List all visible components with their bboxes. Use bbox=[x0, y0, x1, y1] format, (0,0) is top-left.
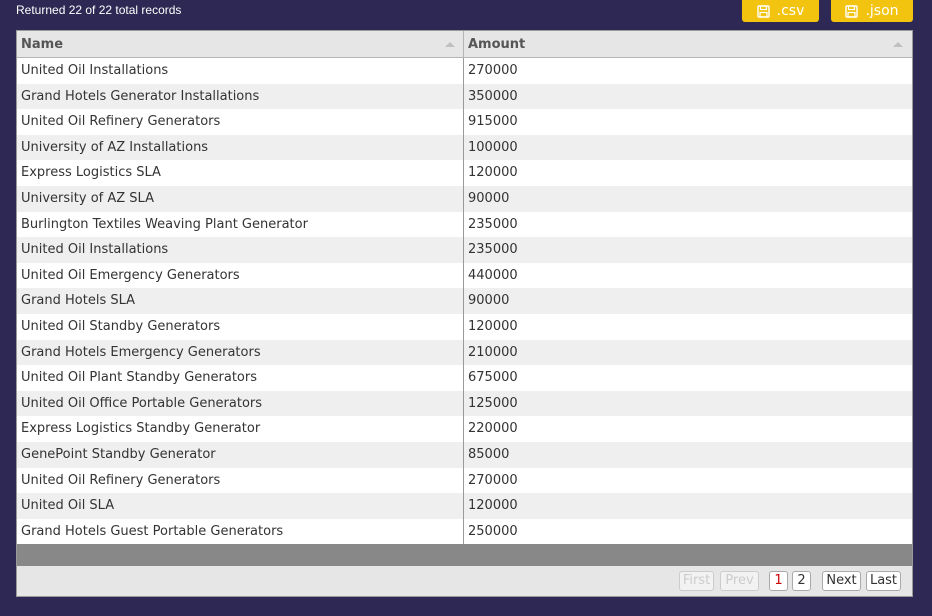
cell-amount: 210000 bbox=[468, 344, 518, 360]
cell-name: Grand Hotels SLA bbox=[21, 293, 136, 309]
column-header-name[interactable]: Name bbox=[17, 31, 464, 57]
cell-name: United Oil Emergency Generators bbox=[21, 267, 240, 283]
cell-amount: 440000 bbox=[468, 267, 518, 283]
cell-amount: 915000 bbox=[468, 114, 518, 130]
prev-page-button[interactable]: Prev bbox=[720, 571, 759, 591]
cell-amount: 235000 bbox=[468, 216, 518, 232]
table-row[interactable]: Grand Hotels Generator Installations 3500… bbox=[17, 83, 912, 110]
next-page-button[interactable]: Next bbox=[822, 571, 861, 591]
grid-header: Name Amount bbox=[17, 31, 912, 58]
export-json-label: .json bbox=[865, 3, 899, 19]
cell-name: Express Logistics Standby Generator bbox=[21, 421, 261, 437]
table-row[interactable]: Grand Hotels Guest Portable Generators 25… bbox=[17, 519, 912, 545]
cell-name: United Oil Plant Standby Generators bbox=[21, 370, 257, 386]
sort-ascending-icon bbox=[893, 42, 903, 47]
cell-amount: 120000 bbox=[468, 498, 518, 514]
table-row[interactable]: Grand Hotels Emergency Generators 210000 bbox=[17, 339, 912, 366]
table-row[interactable]: United Oil Installations 270000 bbox=[17, 58, 912, 84]
save-icon bbox=[845, 4, 859, 18]
cell-amount: 120000 bbox=[468, 165, 518, 181]
cell-amount: 120000 bbox=[468, 318, 518, 334]
cell-name: Grand Hotels Generator Installations bbox=[21, 88, 260, 104]
table-row[interactable]: Burlington Textiles Weaving Plant Genera… bbox=[17, 212, 912, 238]
cell-name: Express Logistics SLA bbox=[21, 165, 161, 181]
cell-amount: 90000 bbox=[468, 293, 510, 309]
table-row[interactable]: United Oil Standby Generators 120000 bbox=[17, 314, 912, 340]
cell-amount: 675000 bbox=[468, 370, 518, 386]
first-page-button[interactable]: First bbox=[679, 571, 714, 591]
cell-name: University of AZ SLA bbox=[21, 190, 154, 206]
cell-amount: 220000 bbox=[468, 421, 518, 437]
table-row[interactable]: University of AZ Installations 100000 bbox=[17, 134, 912, 161]
table-row[interactable]: United Oil Refinery Generators 915000 bbox=[17, 109, 912, 135]
cell-name: Grand Hotels Emergency Generators bbox=[21, 344, 261, 360]
cell-name: United Oil SLA bbox=[21, 498, 115, 514]
cell-name: United Oil Installations bbox=[21, 63, 169, 78]
column-divider bbox=[463, 58, 464, 544]
table-row[interactable]: Grand Hotels SLA 90000 bbox=[17, 288, 912, 314]
cell-name: United Oil Office Portable Generators bbox=[21, 395, 263, 411]
table-row[interactable]: United Oil Refinery Generators 270000 bbox=[17, 468, 912, 494]
table-row[interactable]: United Oil SLA 120000 bbox=[17, 493, 912, 519]
cell-amount: 270000 bbox=[468, 63, 518, 78]
export-csv-button[interactable]: .csv bbox=[742, 0, 819, 22]
records-grid: Name Amount United Oil Installations 2700… bbox=[16, 30, 913, 597]
table-row[interactable]: GenePoint Standby Generator 85000 bbox=[17, 441, 912, 468]
page-1-button[interactable]: 1 bbox=[769, 571, 788, 591]
last-page-button[interactable]: Last bbox=[866, 571, 901, 591]
column-header-amount-label: Amount bbox=[468, 37, 526, 52]
table-row[interactable]: United Oil Plant Standby Generators 67500… bbox=[17, 365, 912, 391]
column-header-amount[interactable]: Amount bbox=[464, 31, 912, 57]
cell-amount: 100000 bbox=[468, 139, 518, 155]
table-row[interactable]: University of AZ SLA 90000 bbox=[17, 185, 912, 212]
cell-name: Grand Hotels Guest Portable Generators bbox=[21, 523, 284, 539]
table-row[interactable]: United Oil Emergency Generators 440000 bbox=[17, 263, 912, 289]
export-csv-label: .csv bbox=[776, 3, 805, 19]
cell-amount: 250000 bbox=[468, 523, 518, 539]
cell-amount: 235000 bbox=[468, 242, 518, 258]
cell-name: University of AZ Installations bbox=[21, 139, 209, 155]
record-count-status: Returned 22 of 22 total records bbox=[16, 3, 182, 17]
cell-amount: 350000 bbox=[468, 88, 518, 104]
cell-name: United Oil Installations bbox=[21, 242, 169, 258]
page-2-button[interactable]: 2 bbox=[792, 571, 811, 591]
cell-name: Burlington Textiles Weaving Plant Genera… bbox=[21, 216, 308, 232]
cell-name: United Oil Refinery Generators bbox=[21, 472, 221, 488]
cell-name: United Oil Standby Generators bbox=[21, 318, 221, 334]
save-icon bbox=[756, 4, 770, 18]
cell-amount: 125000 bbox=[468, 395, 518, 411]
table-row[interactable]: Express Logistics Standby Generator 22000… bbox=[17, 416, 912, 442]
sort-ascending-icon bbox=[445, 42, 455, 47]
grid-body: United Oil Installations 270000 Grand Hote… bbox=[17, 58, 912, 544]
pagination-bar: First Prev 1 2 Next Last bbox=[17, 566, 912, 596]
export-json-button[interactable]: .json bbox=[831, 0, 913, 22]
table-row[interactable]: United Oil Office Portable Generators 125… bbox=[17, 390, 912, 417]
cell-name: United Oil Refinery Generators bbox=[21, 114, 221, 130]
table-row[interactable]: Express Logistics SLA 120000 bbox=[17, 160, 912, 186]
cell-name: GenePoint Standby Generator bbox=[21, 446, 216, 462]
horizontal-scrollbar[interactable] bbox=[17, 544, 912, 566]
cell-amount: 270000 bbox=[468, 472, 518, 488]
cell-amount: 90000 bbox=[468, 190, 510, 206]
cell-amount: 85000 bbox=[468, 446, 510, 462]
table-row[interactable]: United Oil Installations 235000 bbox=[17, 237, 912, 263]
column-header-name-label: Name bbox=[21, 37, 64, 52]
